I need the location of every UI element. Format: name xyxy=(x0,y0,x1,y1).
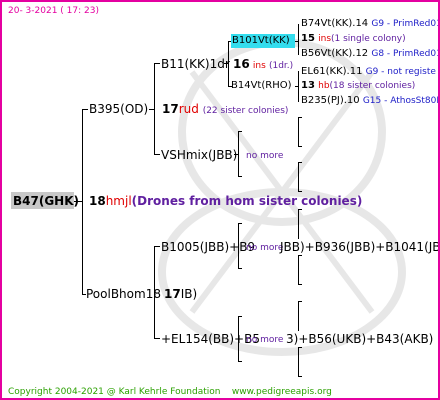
gen4-b56[interactable]: B56Vt(KK).12 G8 - PrimRed01 xyxy=(301,48,438,60)
connector xyxy=(238,131,239,177)
connector xyxy=(154,63,160,64)
vshmix-more[interactable]: no more xyxy=(246,150,283,162)
gen4-el61[interactable]: EL61(KK).11 G9 - not registe xyxy=(301,66,436,78)
connector xyxy=(154,246,155,339)
connector xyxy=(298,347,302,348)
connector xyxy=(298,301,302,302)
queen-poolbhom18[interactable]: PoolBhom18 xyxy=(86,287,161,301)
queen-b14[interactable]: B14Vt(RHO) xyxy=(231,80,292,92)
connector xyxy=(298,209,302,210)
connector xyxy=(298,347,299,377)
connector xyxy=(298,301,299,331)
connector xyxy=(238,176,242,177)
poolbhom-drones: 17IB) xyxy=(164,287,198,301)
queen-b395[interactable]: B395(OD) xyxy=(89,102,148,116)
connector xyxy=(298,117,299,147)
connector xyxy=(238,361,242,362)
connector xyxy=(82,109,83,295)
connector xyxy=(298,162,299,192)
gen4-b14-drones: 13 hb(18 sister colonies) xyxy=(301,80,416,91)
connector xyxy=(238,223,239,269)
b11-drones: 16 ins (1dr.) xyxy=(233,57,294,71)
connector xyxy=(298,162,302,163)
el154-drones: 3)+B56(UKB)+B43(AKB) +B44 xyxy=(286,332,438,346)
queen-b1005[interactable]: B1005(JBB)+B9 xyxy=(161,240,255,254)
b395-drones: 17rud (22 sister colonies) xyxy=(162,102,289,116)
connector xyxy=(154,338,160,339)
connector xyxy=(298,146,302,147)
connector xyxy=(238,268,242,269)
connector xyxy=(238,316,242,317)
footer-copyright: Copyright 2004-2021 @ Karl Kehrle Founda… xyxy=(8,387,332,397)
connector xyxy=(74,201,82,202)
footer-website-link[interactable]: www.pedigreeapis.org xyxy=(232,387,332,397)
connector xyxy=(298,71,299,102)
root-drones: 18hmjl(Drones from hom sister colonies) xyxy=(89,194,363,208)
queen-b101[interactable]: B101Vt(KK) xyxy=(232,35,290,47)
root-queen-label[interactable]: B47(GHK) xyxy=(13,194,79,208)
connector xyxy=(298,191,302,192)
connector xyxy=(298,284,302,285)
connector xyxy=(82,109,88,110)
gen4-b235[interactable]: B235(PJ).10 G15 - AthosSt80R xyxy=(301,95,438,107)
connector xyxy=(154,154,160,155)
gen4-b74[interactable]: B74Vt(KK).14 G9 - PrimRed01 xyxy=(301,18,438,30)
pedigree-frame: 20- 3-2021 ( 17: 23) B47(GHK) 18hmjl(Dro… xyxy=(0,0,440,400)
connector xyxy=(238,223,242,224)
connector xyxy=(298,255,302,256)
connector xyxy=(154,63,155,155)
connector xyxy=(298,117,302,118)
queen-b11[interactable]: B11(KK)1dr xyxy=(161,57,230,71)
connector xyxy=(238,316,239,362)
connector xyxy=(298,376,302,377)
queen-vshmix[interactable]: VSHmix(JBB) xyxy=(161,148,237,162)
b1005-drones: JBB)+B936(JBB)+B1041(JBB xyxy=(280,240,440,254)
connector xyxy=(154,246,160,247)
el154-more[interactable]: no more xyxy=(246,334,283,346)
connector xyxy=(228,41,229,87)
date-stamp: 20- 3-2021 ( 17: 23) xyxy=(8,6,99,16)
connector xyxy=(298,209,299,239)
gen4-b101-drones: 15 ins(1 single colony) xyxy=(301,33,406,44)
connector xyxy=(298,24,299,55)
connector xyxy=(238,131,242,132)
connector xyxy=(298,255,299,285)
b1005-more[interactable]: no more xyxy=(246,242,283,254)
